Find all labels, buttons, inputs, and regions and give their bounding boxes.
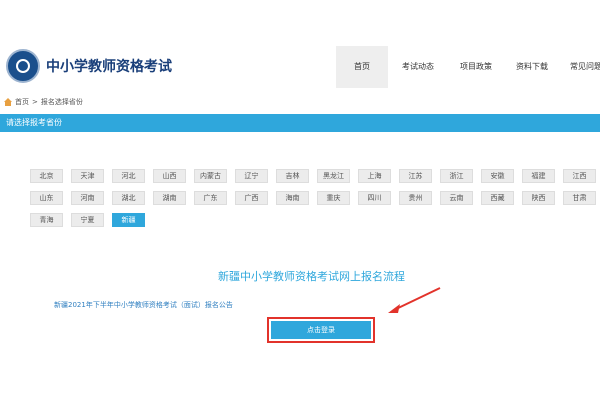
province-button[interactable]: 天津 — [71, 169, 104, 183]
province-button[interactable]: 青海 — [30, 213, 63, 227]
province-row: 北京 天津 河北 山西 内蒙古 辽宁 吉林 黑龙江 上海 江苏 浙江 安徽 福建 江西 — [30, 169, 600, 184]
province-button[interactable]: 湖北 — [112, 191, 145, 205]
province-button[interactable]: 西藏 — [481, 191, 514, 205]
province-button[interactable]: 吉林 — [276, 169, 309, 183]
province-button[interactable]: 广西 — [235, 191, 268, 205]
province-button[interactable]: 福建 — [522, 169, 555, 183]
province-button[interactable]: 辽宁 — [235, 169, 268, 183]
province-button[interactable]: 重庆 — [317, 191, 350, 205]
province-button[interactable]: 海南 — [276, 191, 309, 205]
province-button[interactable]: 江西 — [563, 169, 596, 183]
site-title[interactable]: 中小学教师资格考试 — [46, 56, 172, 76]
province-button[interactable]: 新疆 — [112, 213, 145, 227]
province-select-bar: 请选择报考省份 — [0, 114, 600, 132]
login-highlight-box: 点击登录 — [267, 317, 375, 343]
province-row: 山东 河南 湖北 湖南 广东 广西 海南 重庆 四川 贵州 云南 西藏 陕西 甘肃 — [30, 191, 600, 206]
province-button[interactable]: 四川 — [358, 191, 391, 205]
home-icon[interactable] — [4, 98, 12, 106]
province-button[interactable]: 浙江 — [440, 169, 473, 183]
province-button[interactable]: 河南 — [71, 191, 104, 205]
province-button[interactable]: 安徽 — [481, 169, 514, 183]
province-button[interactable]: 云南 — [440, 191, 473, 205]
province-button[interactable]: 贵州 — [399, 191, 432, 205]
province-button[interactable]: 甘肃 — [563, 191, 596, 205]
province-button[interactable]: 山东 — [30, 191, 63, 205]
nav-home[interactable]: 首页 — [336, 46, 388, 88]
registration-notice-link[interactable]: 新疆2021年下半年中小学教师资格考试（面试）报名公告 — [54, 300, 233, 310]
province-row: 青海 宁夏 新疆 — [30, 213, 600, 228]
province-button[interactable]: 山西 — [153, 169, 186, 183]
breadcrumb: 首页 > 报名选择省份 — [4, 96, 83, 108]
nav-policies[interactable]: 项目政策 — [448, 46, 504, 88]
nav-faq[interactable]: 常见问题 — [560, 46, 600, 88]
breadcrumb-separator: > — [32, 98, 38, 106]
red-arrow-icon — [388, 287, 441, 313]
registration-process-heading: 新疆中小学教师资格考试网上报名流程 — [218, 270, 405, 283]
province-button[interactable]: 江苏 — [399, 169, 432, 183]
breadcrumb-home-link[interactable]: 首页 — [15, 97, 29, 107]
province-button[interactable]: 黑龙江 — [317, 169, 350, 183]
province-button[interactable]: 河北 — [112, 169, 145, 183]
login-button[interactable]: 点击登录 — [271, 321, 371, 339]
main-nav: 首页 考试动态 项目政策 资料下载 常见问题 — [336, 46, 600, 88]
province-button[interactable]: 北京 — [30, 169, 63, 183]
province-grid: 北京 天津 河北 山西 内蒙古 辽宁 吉林 黑龙江 上海 江苏 浙江 安徽 福建 江西 山东 河南 湖北 湖南 广东… — [30, 169, 600, 235]
province-button[interactable]: 湖南 — [153, 191, 186, 205]
province-button[interactable]: 内蒙古 — [194, 169, 227, 183]
province-button[interactable]: 上海 — [358, 169, 391, 183]
province-button[interactable]: 陕西 — [522, 191, 555, 205]
nav-exam-news[interactable]: 考试动态 — [388, 46, 448, 88]
seal-logo-icon[interactable] — [6, 49, 40, 83]
nav-downloads[interactable]: 资料下载 — [504, 46, 560, 88]
site-header: 中小学教师资格考试 首页 考试动态 项目政策 资料下载 常见问题 — [0, 40, 600, 92]
province-button[interactable]: 宁夏 — [71, 213, 104, 227]
breadcrumb-current: 报名选择省份 — [40, 98, 83, 106]
province-button[interactable]: 广东 — [194, 191, 227, 205]
